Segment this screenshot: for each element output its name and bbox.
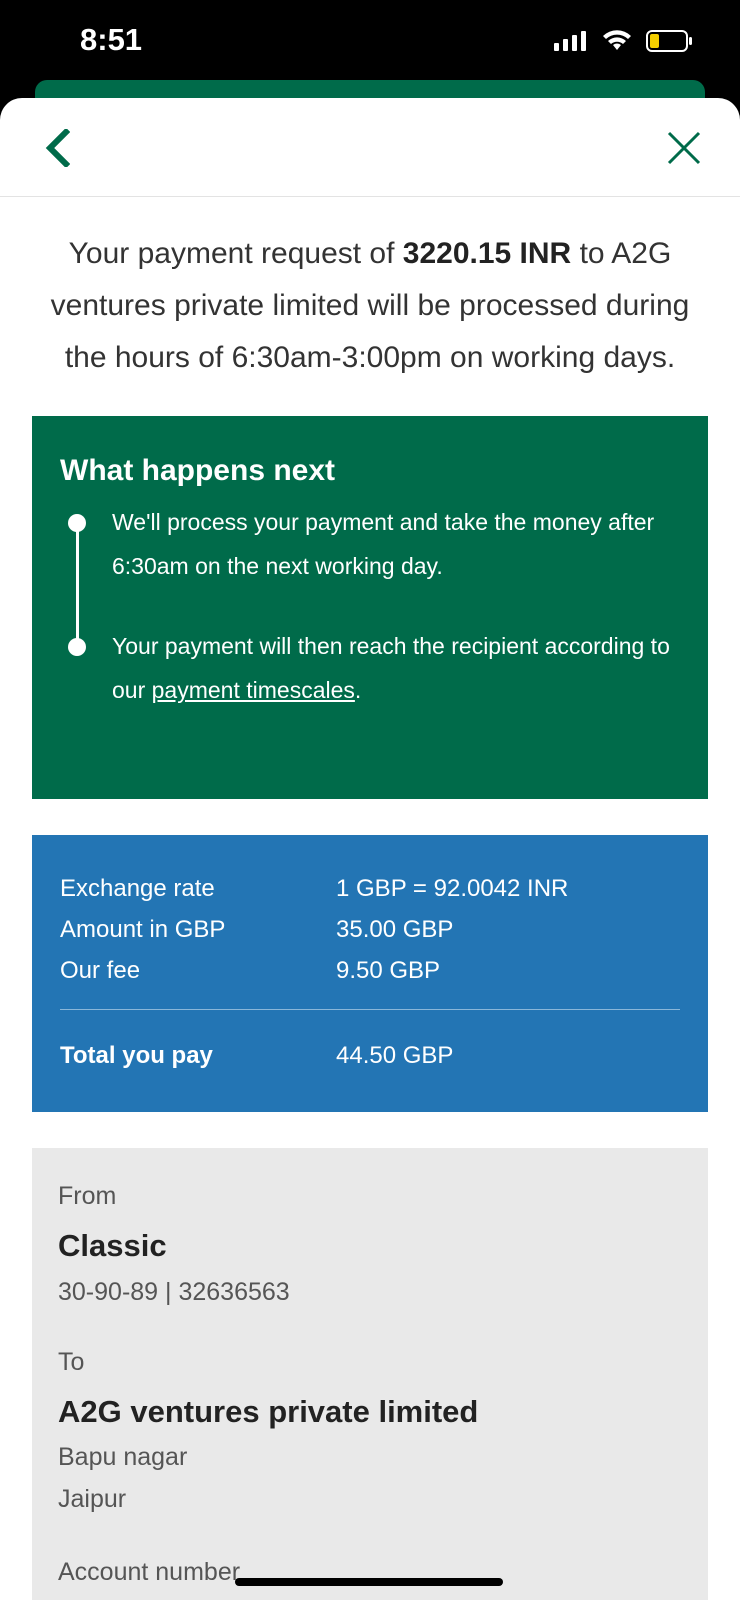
total-label: Total you pay [60,1042,213,1069]
status-icons [554,30,694,52]
from-account-name: Classic [58,1228,167,1263]
payment-confirmation-sheet: Your payment request of 3220.15 INR to A… [0,98,740,1600]
payment-timescales-link[interactable]: payment timescales [152,677,355,703]
sheet-header [0,98,740,197]
rate-row-label: Amount in GBP [60,916,226,943]
close-button[interactable] [660,124,708,172]
status-bar: 8:51 [0,0,740,92]
timeline-line [76,526,79,648]
from-label: From [58,1182,117,1210]
cellular-signal-icon [554,31,586,51]
close-icon [667,131,701,165]
rate-row-value: 1 GBP = 92.0042 INR [336,875,569,902]
rate-row-label: Our fee [60,957,141,984]
step2-suffix: . [354,677,362,703]
what-happens-next-card: What happens next We'll process your pay… [32,416,708,799]
recipient-name: A2G ventures private limited [58,1394,479,1429]
wifi-icon [603,30,631,50]
payment-details-card: From Classic 30-90-89 | 32636563 To A2G … [32,1148,708,1600]
timeline-dot [68,514,86,532]
rate-row-label: Exchange rate [60,875,215,902]
back-button[interactable] [36,124,78,172]
rate-row-value: 9.50 GBP [336,957,441,984]
chevron-left-icon [45,129,70,167]
rate-divider [60,1009,680,1010]
account-number-label: Account number [58,1558,241,1586]
timeline-step-2: Your payment will then reach the recipie… [112,624,672,712]
timeline-step-1: We'll process your payment and take the … [112,509,655,579]
exchange-rate-card: Exchange rate 1 GBP = 92.0042 INR Amount… [32,835,708,1112]
battery-icon [646,30,692,52]
to-label: To [58,1348,85,1376]
status-time: 8:51 [80,22,143,57]
home-indicator[interactable] [235,1578,503,1586]
payment-amount: 3220.15 INR [402,237,572,270]
recipient-address-line-2: Jaipur [58,1485,127,1513]
from-account-number: 30-90-89 | 32636563 [58,1278,290,1306]
payment-summary-text: Your payment request of 3220.15 INR to A… [32,228,708,384]
recipient-address-line-1: Bapu nagar [58,1443,188,1471]
timeline-dot [68,638,86,656]
total-value: 44.50 GBP [336,1042,454,1069]
rate-row-value: 35.00 GBP [336,916,454,943]
intro-prefix: Your payment request of [68,237,403,270]
what-happens-next-title: What happens next [60,454,336,487]
